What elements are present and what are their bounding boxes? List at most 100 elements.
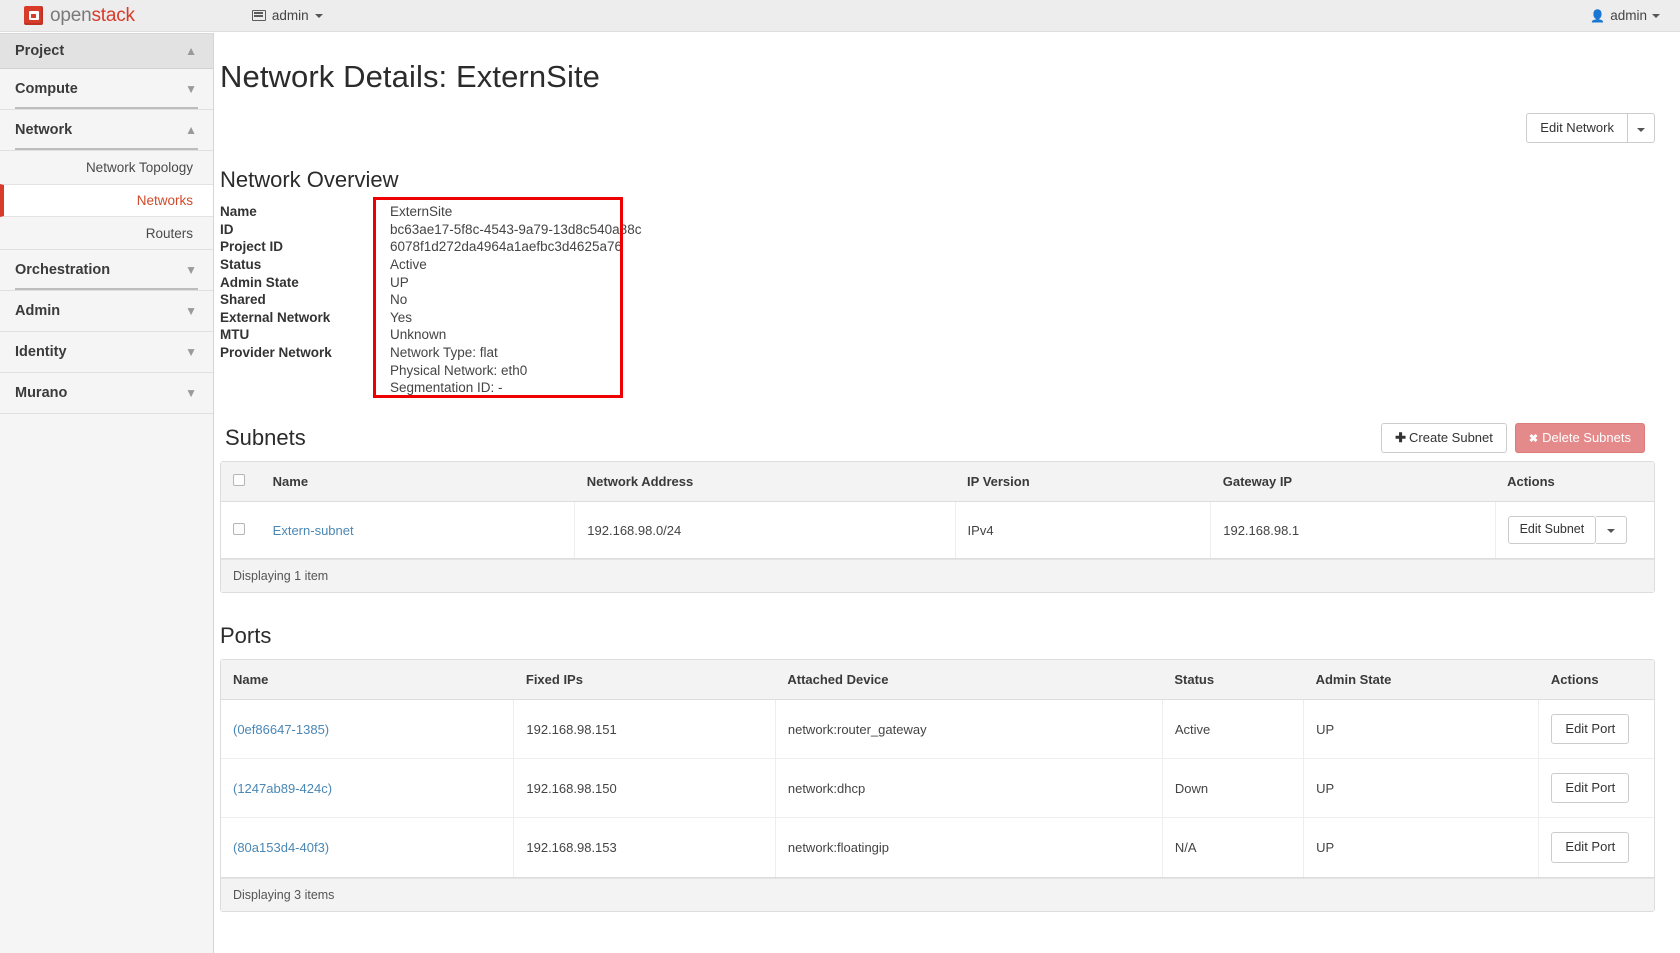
overview-value-external-network: Yes: [390, 309, 413, 325]
sidebar: Project ▲ Compute ▼ Network ▲ Network To…: [0, 33, 214, 953]
chevron-down-icon: ▼: [185, 82, 197, 96]
ports-col-name[interactable]: Name: [221, 659, 514, 700]
port-admin-state-cell: UP: [1303, 817, 1539, 878]
port-status-cell: Down: [1161, 758, 1304, 819]
subnet-gateway-ip-cell: 192.168.98.1: [1210, 501, 1496, 559]
sidebar-item-network-topology[interactable]: Network Topology: [0, 151, 213, 184]
chevron-down-icon: ▼: [185, 304, 197, 318]
port-name-link[interactable]: (1247ab89-424c): [233, 781, 332, 796]
select-all-checkbox[interactable]: [233, 474, 245, 487]
port-name-cell: (1247ab89-424c): [221, 758, 514, 819]
overview-label-project-id: Project ID: [220, 239, 284, 255]
ports-header-row: Name Fixed IPs Attached Device Status Ad…: [221, 659, 1654, 700]
sidebar-group-compute[interactable]: Compute ▼: [0, 69, 213, 110]
delete-subnets-label: Delete Subnets: [1542, 429, 1631, 445]
page-action-row: Edit Network: [215, 113, 1655, 144]
port-actions-cell: Edit Port: [1538, 699, 1654, 760]
subnets-col-name[interactable]: Name: [260, 462, 575, 503]
network-overview-block: Name ExternSite ID bc63ae17-5f8c-4543-9a…: [220, 197, 1680, 399]
port-admin-state-cell: UP: [1303, 758, 1539, 819]
subnet-name-cell: Extern-subnet: [260, 501, 575, 559]
subnets-table-head: Name Network Address IP Version Gateway …: [221, 462, 1654, 503]
page-title: Network Details: ExternSite: [220, 59, 600, 94]
subnet-name-link[interactable]: Extern-subnet: [273, 523, 354, 538]
caret-down-icon: [1637, 128, 1645, 132]
overview-value-project-id: 6078f1d272da4964a1aefbc3d4625a76: [390, 239, 622, 255]
port-name-cell: (0ef86647-1385): [221, 699, 514, 760]
overview-value-shared: No: [390, 292, 408, 308]
brand-wordmark: openstack: [50, 5, 135, 27]
ports-table-head: Name Fixed IPs Attached Device Status Ad…: [221, 659, 1654, 700]
user-menu[interactable]: 👤 admin: [1590, 8, 1660, 23]
sidebar-item-networks[interactable]: Networks: [0, 184, 213, 217]
edit-subnet-button[interactable]: Edit Subnet: [1507, 516, 1597, 544]
subnets-toolbar: ✚ Create Subnet ✖ Delete Subnets: [1381, 422, 1645, 454]
ports-col-admin-state[interactable]: Admin State: [1303, 659, 1539, 700]
subnets-col-ip-version[interactable]: IP Version: [955, 462, 1211, 503]
sidebar-group-admin[interactable]: Admin ▼: [0, 291, 213, 332]
create-subnet-button[interactable]: ✚ Create Subnet: [1381, 422, 1507, 454]
delete-subnets-button[interactable]: ✖ Delete Subnets: [1514, 422, 1645, 454]
row-checkbox[interactable]: [233, 522, 245, 535]
port-fixed-ips-cell: 192.168.98.150: [513, 758, 776, 819]
sidebar-group-label: Admin: [15, 303, 61, 319]
overview-label-admin-state: Admin State: [220, 274, 299, 290]
overview-value-mtu: Unknown: [390, 327, 447, 343]
port-attached-device-cell: network:dhcp: [774, 758, 1163, 819]
sidebar-item-routers[interactable]: Routers: [0, 217, 213, 250]
edit-subnet-dropdown-toggle[interactable]: [1596, 516, 1628, 544]
sidebar-group-orchestration[interactable]: Orchestration ▼: [0, 250, 213, 291]
subnets-select-all-header[interactable]: [221, 462, 261, 503]
port-name-cell: (80a153d4-40f3): [221, 817, 514, 878]
edit-port-button[interactable]: Edit Port: [1551, 713, 1630, 745]
sidebar-item-label: Routers: [145, 225, 193, 241]
ports-col-attached-device[interactable]: Attached Device: [775, 659, 1163, 700]
sidebar-group-network[interactable]: Network ▲: [0, 110, 213, 151]
ports-panel: Name Fixed IPs Attached Device Status Ad…: [220, 658, 1655, 912]
sidebar-panel-project[interactable]: Project ▲: [0, 33, 213, 69]
subnet-ip-version-cell: IPv4: [954, 501, 1211, 559]
table-row: Extern-subnet 192.168.98.0/24 IPv4 192.1…: [221, 501, 1654, 559]
chevron-up-icon: ▲: [185, 123, 197, 137]
port-fixed-ips-cell: 192.168.98.151: [513, 699, 776, 760]
edit-port-button[interactable]: Edit Port: [1551, 773, 1630, 804]
subnets-col-gateway-ip[interactable]: Gateway IP: [1210, 462, 1496, 503]
user-menu-label: admin: [1610, 8, 1647, 23]
edit-port-button[interactable]: Edit Port: [1551, 832, 1630, 863]
ports-col-status[interactable]: Status: [1162, 659, 1304, 700]
sidebar-group-identity[interactable]: Identity ▼: [0, 332, 213, 373]
edit-network-dropdown-toggle[interactable]: [1628, 113, 1655, 144]
sidebar-group-label: Compute: [15, 81, 78, 97]
port-name-link[interactable]: (0ef86647-1385): [233, 722, 329, 737]
caret-down-icon: [1607, 529, 1616, 534]
port-name-link[interactable]: (80a153d4-40f3): [233, 840, 329, 855]
ports-table-footer: Displaying 3 items: [221, 877, 1654, 911]
subnet-row-checkbox-cell[interactable]: [221, 501, 261, 559]
subnets-header-row: Name Network Address IP Version Gateway …: [221, 462, 1654, 503]
sidebar-group-label: Orchestration: [15, 262, 111, 278]
edit-network-button[interactable]: Edit Network: [1526, 113, 1628, 144]
overview-label-mtu: MTU: [220, 327, 250, 343]
openstack-logo[interactable]: openstack: [24, 5, 135, 27]
chevron-down-icon: ▼: [185, 386, 197, 400]
ports-table-body: (0ef86647-1385) 192.168.98.151 network:r…: [221, 699, 1654, 878]
network-overview-list: Name ExternSite ID bc63ae17-5f8c-4543-9a…: [220, 203, 1680, 397]
sidebar-panel-label: Project: [15, 43, 65, 59]
chevron-down-icon: ▼: [185, 263, 197, 277]
subnet-network-address-cell: 192.168.98.0/24: [574, 501, 956, 559]
port-fixed-ips-cell: 192.168.98.153: [513, 817, 776, 878]
subnets-col-network-address[interactable]: Network Address: [574, 462, 956, 503]
port-attached-device-cell: network:router_gateway: [774, 699, 1163, 760]
sidebar-group-label: Identity: [15, 344, 67, 360]
main-content: Network Details: ExternSite Edit Network…: [215, 33, 1680, 953]
port-status-cell: Active: [1161, 699, 1304, 760]
edit-network-button-group: Edit Network: [1526, 113, 1655, 144]
ports-col-fixed-ips[interactable]: Fixed IPs: [513, 659, 776, 700]
overview-value-admin-state: UP: [390, 274, 409, 290]
times-icon: ✖: [1528, 432, 1539, 445]
openstack-mark-icon: [24, 6, 43, 25]
ports-col-actions: Actions: [1538, 659, 1654, 700]
project-context-switcher[interactable]: admin: [251, 8, 323, 23]
sidebar-group-murano[interactable]: Murano ▼: [0, 373, 213, 414]
overview-label-spacer-1: [220, 362, 390, 380]
